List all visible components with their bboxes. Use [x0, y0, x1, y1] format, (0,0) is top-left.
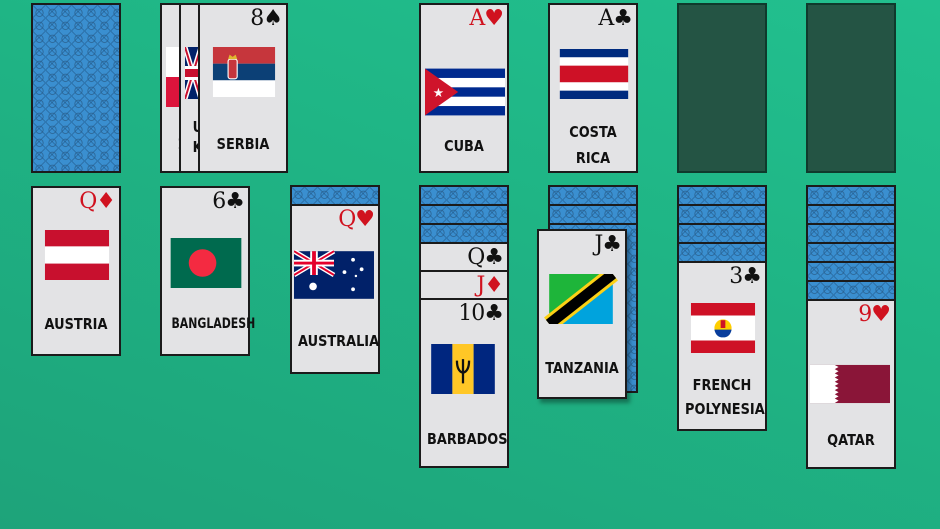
tableau-7-card[interactable]: 9♥ QATAR — [806, 299, 896, 469]
foundation-1[interactable]: A♥ ★ CUBA — [419, 3, 509, 173]
flag-costa-rica — [559, 49, 629, 99]
tableau-1-card[interactable]: Q♦ AUSTRIA — [31, 186, 121, 356]
card-rank: 10♣ — [458, 301, 504, 326]
club-icon: ♣ — [613, 6, 633, 31]
card-country: AUSTRIA — [44, 315, 108, 333]
card-country: CUBA — [444, 137, 484, 155]
svg-text:★: ★ — [433, 85, 444, 100]
card-rank: Q♣ — [467, 245, 504, 270]
card-country: BARBADOS — [427, 430, 508, 448]
flag-australia — [294, 250, 374, 299]
waste-card-top[interactable]: 8♠ SERBIA — [198, 3, 288, 173]
flag-bangladesh — [170, 238, 242, 288]
flag-austria — [44, 230, 110, 280]
card-rank: J♦ — [476, 273, 504, 298]
flag-partial — [166, 47, 180, 107]
foundation-4-empty[interactable] — [806, 3, 896, 173]
heart-icon: ♥ — [484, 6, 504, 31]
card-country: QATAR — [827, 431, 875, 449]
card-country: TANZANIA — [545, 359, 619, 377]
flag-qatar — [810, 364, 890, 404]
flag-barbados — [431, 344, 495, 394]
card-rank: J♣ — [594, 232, 622, 257]
card-rank: A♥ — [469, 6, 504, 31]
card-rank: 6♣ — [212, 189, 245, 214]
card-rank: A♣ — [598, 6, 633, 31]
card-rank: Q♥ — [338, 207, 375, 232]
tableau-3-card[interactable]: Q♥ AUSTRALIA — [290, 204, 380, 374]
club-icon: ♣ — [742, 264, 762, 289]
club-icon: ♣ — [484, 245, 504, 270]
flag-serbia — [212, 47, 276, 97]
diamond-icon: ♦ — [484, 273, 504, 298]
tableau-6-card[interactable]: 3♣ FRENCH POLYNESIA — [677, 261, 767, 431]
card-country: SERBIA — [216, 135, 270, 153]
stock-pile[interactable] — [31, 3, 121, 173]
club-icon: ♣ — [225, 189, 245, 214]
club-icon: ♣ — [484, 301, 504, 326]
heart-icon: ♥ — [871, 302, 891, 327]
club-icon: ♣ — [602, 232, 622, 257]
card-rank: 3♣ — [729, 264, 762, 289]
flag-french-polynesia — [690, 303, 756, 353]
tableau-4-card-3[interactable]: 10♣ BARBADOS — [419, 298, 509, 468]
heart-icon: ♥ — [355, 207, 375, 232]
foundation-3-empty[interactable] — [677, 3, 767, 173]
card-country: COSTA RICA — [569, 123, 617, 167]
foundation-2[interactable]: A♣ COSTA RICA — [548, 3, 638, 173]
tableau-2-card[interactable]: 6♣ BANGLADESH — [160, 186, 256, 356]
card-country: FRENCH POLYNESIA — [685, 376, 765, 418]
tableau-5-card-dragging[interactable]: J♣ TANZANIA — [537, 229, 627, 399]
flag-cuba: ★ — [425, 68, 505, 116]
card-rank: Q♦ — [79, 189, 116, 214]
card-country: AUSTRALIA — [298, 332, 380, 350]
card-rank: 8♠ — [250, 6, 283, 31]
spade-icon: ♠ — [263, 6, 283, 31]
diamond-icon: ♦ — [96, 189, 116, 214]
card-rank: 9♥ — [858, 302, 891, 327]
card-country: BANGLADESH — [171, 316, 256, 332]
flag-tanzania — [544, 274, 618, 324]
